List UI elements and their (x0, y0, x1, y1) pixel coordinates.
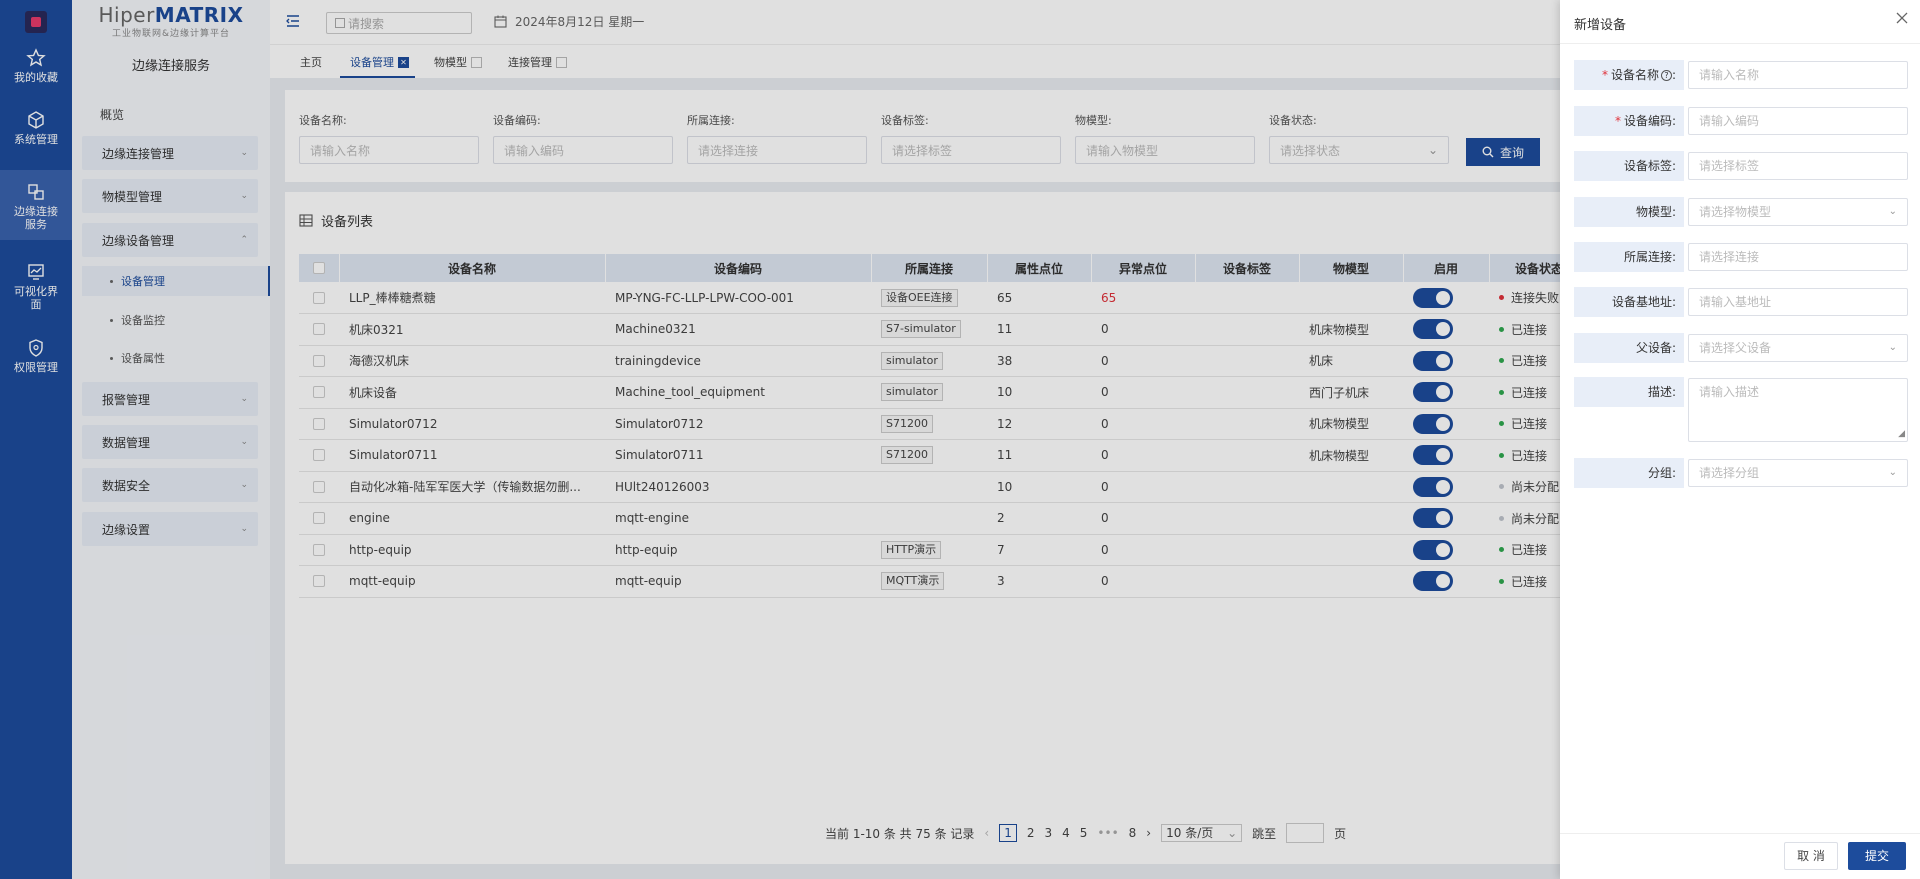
form-row: * 设备编码: 请输入编码 (1574, 106, 1908, 136)
placeholder: 请选择物模型 (1699, 205, 1772, 219)
label-colon: : (1671, 114, 1676, 128)
form-input[interactable]: 请输入描述 ◢ (1688, 378, 1908, 442)
drawer-footer-divider (1560, 833, 1920, 834)
form-input[interactable]: 请输入基地址 (1688, 288, 1908, 316)
placeholder: 请输入编码 (1699, 114, 1760, 128)
help-icon[interactable]: ? (1660, 70, 1672, 81)
cancel-button[interactable]: 取 消 (1784, 842, 1838, 870)
form-label: 所属连接: (1574, 242, 1684, 272)
form-label: 设备标签: (1574, 151, 1684, 181)
placeholder: 请选择标签 (1699, 159, 1760, 173)
required-mark: * (1601, 68, 1608, 82)
label-colon: : (1671, 341, 1676, 355)
form-input[interactable]: 请选择连接 (1688, 243, 1908, 271)
placeholder: 请输入基地址 (1699, 295, 1772, 309)
drawer-title: 新增设备 (1574, 18, 1627, 33)
label-colon: : (1671, 159, 1676, 173)
form-input[interactable]: 请选择标签 (1688, 152, 1908, 180)
form-select[interactable]: 请选择分组 ⌄ (1688, 459, 1908, 487)
form-label: 分组: (1574, 458, 1684, 488)
label-colon: : (1671, 466, 1676, 480)
label-colon: : (1671, 385, 1676, 399)
close-icon[interactable] (1896, 12, 1908, 28)
form-label-text: 物模型 (1635, 205, 1672, 219)
form-label: * 设备名称?: (1574, 60, 1684, 90)
form-row: 父设备: 请选择父设备 ⌄ (1574, 333, 1908, 363)
form-row: * 设备名称?: 请输入名称 (1574, 60, 1908, 90)
form-label-text: 分组 (1647, 466, 1672, 480)
form-row: 物模型: 请选择物模型 ⌄ (1574, 197, 1908, 227)
resize-handle-icon[interactable]: ◢ (1898, 430, 1905, 439)
add-device-drawer: 新增设备 * 设备名称?: 请输入名称 * 设备编码: 请输入编码 设备标签: 请选择标签 物模… (1560, 0, 1920, 879)
chevron-down-icon: ⌄ (1888, 206, 1897, 217)
form-select[interactable]: 请选择父设备 ⌄ (1688, 334, 1908, 362)
form-label: 描述: (1574, 377, 1684, 407)
placeholder: 请输入描述 (1699, 385, 1760, 399)
placeholder: 请选择连接 (1699, 250, 1760, 264)
placeholder: 请选择父设备 (1699, 341, 1772, 355)
form-label-text: 所属连接 (1623, 250, 1672, 264)
form-label-text: 描述 (1647, 385, 1672, 399)
required-mark: * (1614, 114, 1621, 128)
form-label-text: 设备标签 (1623, 159, 1672, 173)
form-label-text: 设备基地址 (1611, 295, 1672, 309)
form-label-text: 设备编码 (1623, 114, 1672, 128)
drawer-divider (1560, 43, 1920, 44)
form-row: 描述: 请输入描述 ◢ (1574, 377, 1908, 443)
label-colon: : (1671, 295, 1676, 309)
chevron-down-icon: ⌄ (1888, 342, 1897, 353)
form-label: 物模型: (1574, 197, 1684, 227)
form-label: 设备基地址: (1574, 287, 1684, 317)
label-colon: : (1671, 250, 1676, 264)
placeholder: 请选择分组 (1699, 466, 1760, 480)
label-colon: : (1671, 68, 1676, 82)
submit-button[interactable]: 提交 (1848, 842, 1906, 870)
form-row: 分组: 请选择分组 ⌄ (1574, 458, 1908, 488)
form-label-text: 设备名称 (1610, 68, 1659, 82)
form-row: 所属连接: 请选择连接 (1574, 242, 1908, 272)
form-label: 父设备: (1574, 333, 1684, 363)
form-input[interactable]: 请输入编码 (1688, 107, 1908, 135)
label-colon: : (1671, 205, 1676, 219)
form-row: 设备基地址: 请输入基地址 (1574, 287, 1908, 317)
form-select[interactable]: 请选择物模型 ⌄ (1688, 198, 1908, 226)
form-label: * 设备编码: (1574, 106, 1684, 136)
chevron-down-icon: ⌄ (1888, 467, 1897, 478)
form-input[interactable]: 请输入名称 (1688, 61, 1908, 89)
form-row: 设备标签: 请选择标签 (1574, 151, 1908, 181)
placeholder: 请输入名称 (1699, 68, 1760, 82)
form-label-text: 父设备 (1635, 341, 1672, 355)
modal-overlay[interactable] (0, 0, 1560, 879)
